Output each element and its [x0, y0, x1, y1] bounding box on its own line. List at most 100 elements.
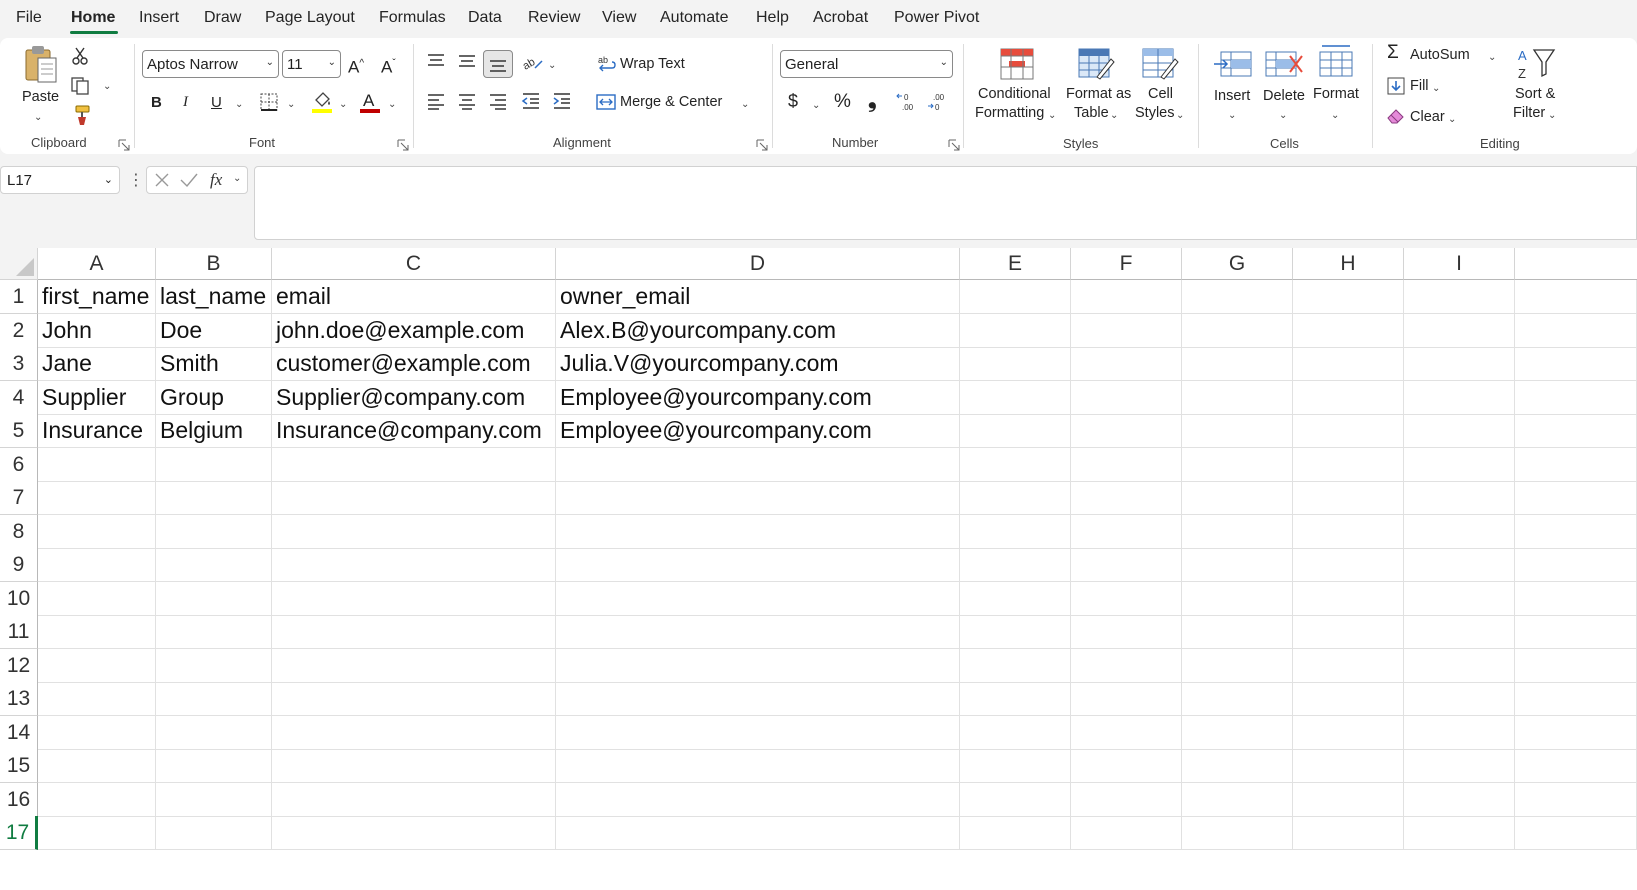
italic-button[interactable]: I — [183, 93, 188, 112]
cell[interactable] — [1071, 816, 1182, 850]
cell[interactable] — [1293, 716, 1404, 750]
column-header-e[interactable]: E — [960, 248, 1071, 280]
cell[interactable]: customer@example.com — [272, 347, 556, 381]
cell[interactable] — [1071, 615, 1182, 649]
cell[interactable] — [156, 682, 272, 716]
cell[interactable] — [38, 749, 156, 783]
sort-filter-icon[interactable]: AZ — [1516, 46, 1556, 82]
cell[interactable] — [1404, 347, 1515, 381]
fill-chevron[interactable]: ⌄ — [1432, 79, 1440, 98]
cell[interactable] — [1515, 682, 1637, 716]
cell[interactable] — [1515, 615, 1637, 649]
cell[interactable] — [960, 381, 1071, 415]
cell[interactable] — [960, 582, 1071, 616]
cell[interactable] — [156, 582, 272, 616]
cell-styles-chevron[interactable]: ⌄ — [1176, 106, 1184, 125]
cell[interactable] — [1071, 481, 1182, 515]
merge-center-button[interactable]: Merge & Center — [620, 93, 722, 112]
column-header-f[interactable]: F — [1071, 248, 1182, 280]
tab-help[interactable]: Help — [756, 9, 789, 27]
cell[interactable] — [1293, 582, 1404, 616]
cell[interactable] — [1293, 448, 1404, 482]
cell[interactable] — [556, 749, 960, 783]
cell[interactable] — [1404, 548, 1515, 582]
cell[interactable] — [1293, 649, 1404, 683]
cell[interactable] — [1071, 682, 1182, 716]
cell-styles-label-2[interactable]: Styles — [1135, 104, 1175, 123]
cell[interactable] — [1182, 414, 1293, 448]
cell-styles-label[interactable]: Cell — [1148, 85, 1173, 104]
tab-insert[interactable]: Insert — [139, 9, 179, 27]
conditional-formatting-label-2[interactable]: Formatting — [975, 104, 1044, 123]
currency-dropdown-chevron[interactable]: ⌄ — [812, 96, 820, 115]
cell[interactable] — [960, 414, 1071, 448]
cell[interactable] — [1404, 515, 1515, 549]
cell[interactable] — [1182, 649, 1293, 683]
font-color-dropdown-chevron[interactable]: ⌄ — [388, 95, 396, 114]
decrease-indent-icon[interactable] — [521, 92, 541, 110]
row-header[interactable]: 14 — [0, 716, 38, 750]
currency-button[interactable]: $ — [788, 92, 798, 111]
cell[interactable] — [1515, 448, 1637, 482]
font-name-combo[interactable]: Aptos Narrow ⌄ — [142, 50, 279, 78]
cell[interactable] — [556, 548, 960, 582]
cell[interactable] — [38, 649, 156, 683]
format-chevron[interactable]: ⌄ — [1331, 106, 1339, 125]
cell[interactable] — [1071, 716, 1182, 750]
borders-dropdown-chevron[interactable]: ⌄ — [287, 95, 295, 114]
cell[interactable]: john.doe@example.com — [272, 314, 556, 348]
chevron-down-icon[interactable]: ⌄ — [233, 173, 241, 184]
cut-icon[interactable] — [70, 46, 90, 66]
clear-chevron[interactable]: ⌄ — [1448, 110, 1456, 129]
row-header[interactable]: 10 — [0, 582, 38, 616]
clipboard-launcher-icon[interactable] — [118, 139, 130, 151]
cell[interactable] — [156, 448, 272, 482]
cell[interactable] — [960, 448, 1071, 482]
copy-icon[interactable] — [70, 76, 92, 96]
cell[interactable] — [1404, 816, 1515, 850]
cell[interactable] — [1515, 414, 1637, 448]
conditional-formatting-chevron[interactable]: ⌄ — [1048, 106, 1056, 125]
cell[interactable] — [556, 481, 960, 515]
formula-input[interactable] — [254, 166, 1637, 240]
delete-chevron[interactable]: ⌄ — [1279, 106, 1287, 125]
cell[interactable] — [1182, 347, 1293, 381]
autosum-button[interactable]: AutoSum — [1410, 46, 1470, 65]
cell[interactable] — [556, 582, 960, 616]
cell[interactable] — [1071, 548, 1182, 582]
cell[interactable] — [1404, 448, 1515, 482]
enter-icon[interactable] — [179, 171, 199, 189]
insert-cells-icon[interactable] — [1213, 48, 1253, 80]
borders-icon[interactable] — [259, 92, 279, 112]
column-header-c[interactable]: C — [272, 248, 556, 280]
cell[interactable] — [556, 716, 960, 750]
cell[interactable] — [38, 481, 156, 515]
cell[interactable] — [556, 816, 960, 850]
cell[interactable] — [1182, 448, 1293, 482]
column-header-a[interactable]: A — [38, 248, 156, 280]
cell[interactable] — [1293, 682, 1404, 716]
tab-page-layout[interactable]: Page Layout — [265, 9, 355, 27]
decrease-font-size-icon[interactable]: Aˇ — [381, 54, 396, 77]
cell[interactable] — [1071, 448, 1182, 482]
cell[interactable] — [960, 682, 1071, 716]
align-top-icon[interactable] — [426, 52, 446, 70]
insert-button[interactable]: Insert — [1214, 87, 1250, 106]
format-cells-icon[interactable] — [1316, 44, 1356, 80]
decrease-decimal-icon[interactable]: .00 0 — [927, 92, 951, 112]
cell[interactable] — [156, 783, 272, 817]
cell[interactable] — [156, 615, 272, 649]
cell[interactable]: owner_email — [556, 280, 960, 314]
cell[interactable] — [272, 582, 556, 616]
cell[interactable] — [960, 548, 1071, 582]
cell[interactable] — [1515, 649, 1637, 683]
cell[interactable] — [1404, 649, 1515, 683]
cell[interactable] — [1293, 381, 1404, 415]
format-as-table-label-2[interactable]: Table — [1074, 104, 1109, 123]
fill-color-icon[interactable] — [311, 90, 333, 114]
align-left-icon[interactable] — [426, 92, 446, 110]
row-header[interactable]: 5 — [0, 414, 38, 448]
cell[interactable] — [960, 749, 1071, 783]
cell[interactable]: Employee@yourcompany.com — [556, 414, 960, 448]
row-header[interactable]: 17 — [0, 816, 38, 850]
